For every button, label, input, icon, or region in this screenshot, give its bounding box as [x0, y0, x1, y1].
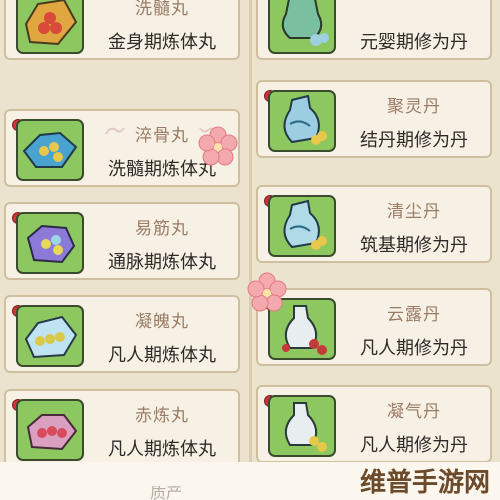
item-name: 清尘丹 [387, 202, 441, 222]
item-name: 凝魄丸 [135, 312, 189, 332]
purple-cloth-with-beads-icon [16, 212, 84, 274]
item-card-9[interactable]: 凝气丹 凡人期修为丹 [256, 385, 492, 463]
item-card-3[interactable]: 凝魄丸 凡人期炼体丸 [4, 295, 240, 373]
item-requirement: 结丹期修为丹 [360, 130, 468, 151]
item-card-5[interactable]: 元婴期修为丹 [256, 0, 492, 60]
item-card-0[interactable]: 洗髓丸 金身期炼体丸 [4, 0, 240, 60]
item-name-label: 淬骨丸 [135, 126, 189, 146]
teal-cloth-with-beads-icon [16, 305, 84, 367]
item-card-4[interactable]: 赤炼丸 凡人期炼体丸 [4, 389, 240, 467]
pink-flower-decoration-icon [247, 272, 287, 312]
cloth-with-beads-icon [16, 0, 84, 54]
item-name: 易筋丸 [135, 219, 189, 239]
item-name: 云露丹 [387, 305, 441, 325]
blue-vase-icon [268, 195, 336, 257]
item-requirement: 凡人期修为丹 [360, 338, 468, 359]
item-name: 凝气丹 [387, 402, 441, 422]
right-item-list: 元婴期修为丹 聚灵丹 结丹期修为丹 清尘丹 筑基期修为丹 云露丹 凡人期修为丹 … [256, 0, 496, 470]
blue-cloth-with-beads-icon [16, 119, 84, 181]
swirl-ornament-icon [105, 127, 125, 135]
item-requirement: 金身期炼体丸 [108, 32, 216, 53]
item-card-2[interactable]: 易筋丸 通脉期炼体丸 [4, 202, 240, 280]
left-item-list: 洗髓丸 金身期炼体丸 淬骨丸 洗髓期炼体丸 易筋丸 通脉期炼体丸 凝魄丸 凡人期… [4, 0, 244, 470]
item-card-8[interactable]: 云露丹 凡人期修为丹 [256, 288, 492, 366]
pink-flower-decoration-icon [198, 126, 238, 166]
item-name: 聚灵丹 [387, 97, 441, 117]
blue-vase-icon [268, 90, 336, 152]
item-card-6[interactable]: 聚灵丹 结丹期修为丹 [256, 80, 492, 158]
bottom-tab-label[interactable]: 质产 [150, 486, 182, 500]
white-vase-icon [268, 395, 336, 457]
item-requirement: 凡人期炼体丸 [108, 345, 216, 366]
item-requirement: 凡人期修为丹 [360, 435, 468, 456]
pink-cloth-with-beads-icon [16, 399, 84, 461]
item-requirement: 筑基期修为丹 [360, 235, 468, 256]
item-card-7[interactable]: 清尘丹 筑基期修为丹 [256, 185, 492, 263]
green-gourd-icon [268, 0, 336, 54]
item-name: 赤炼丸 [135, 406, 189, 426]
item-requirement: 通脉期炼体丸 [108, 252, 216, 273]
item-requirement: 元婴期修为丹 [360, 32, 468, 53]
watermark-logo: 维普手游网 [359, 468, 490, 498]
item-name: 洗髓丸 [135, 0, 189, 19]
item-requirement: 凡人期炼体丸 [108, 439, 216, 460]
column-divider [249, 0, 252, 470]
